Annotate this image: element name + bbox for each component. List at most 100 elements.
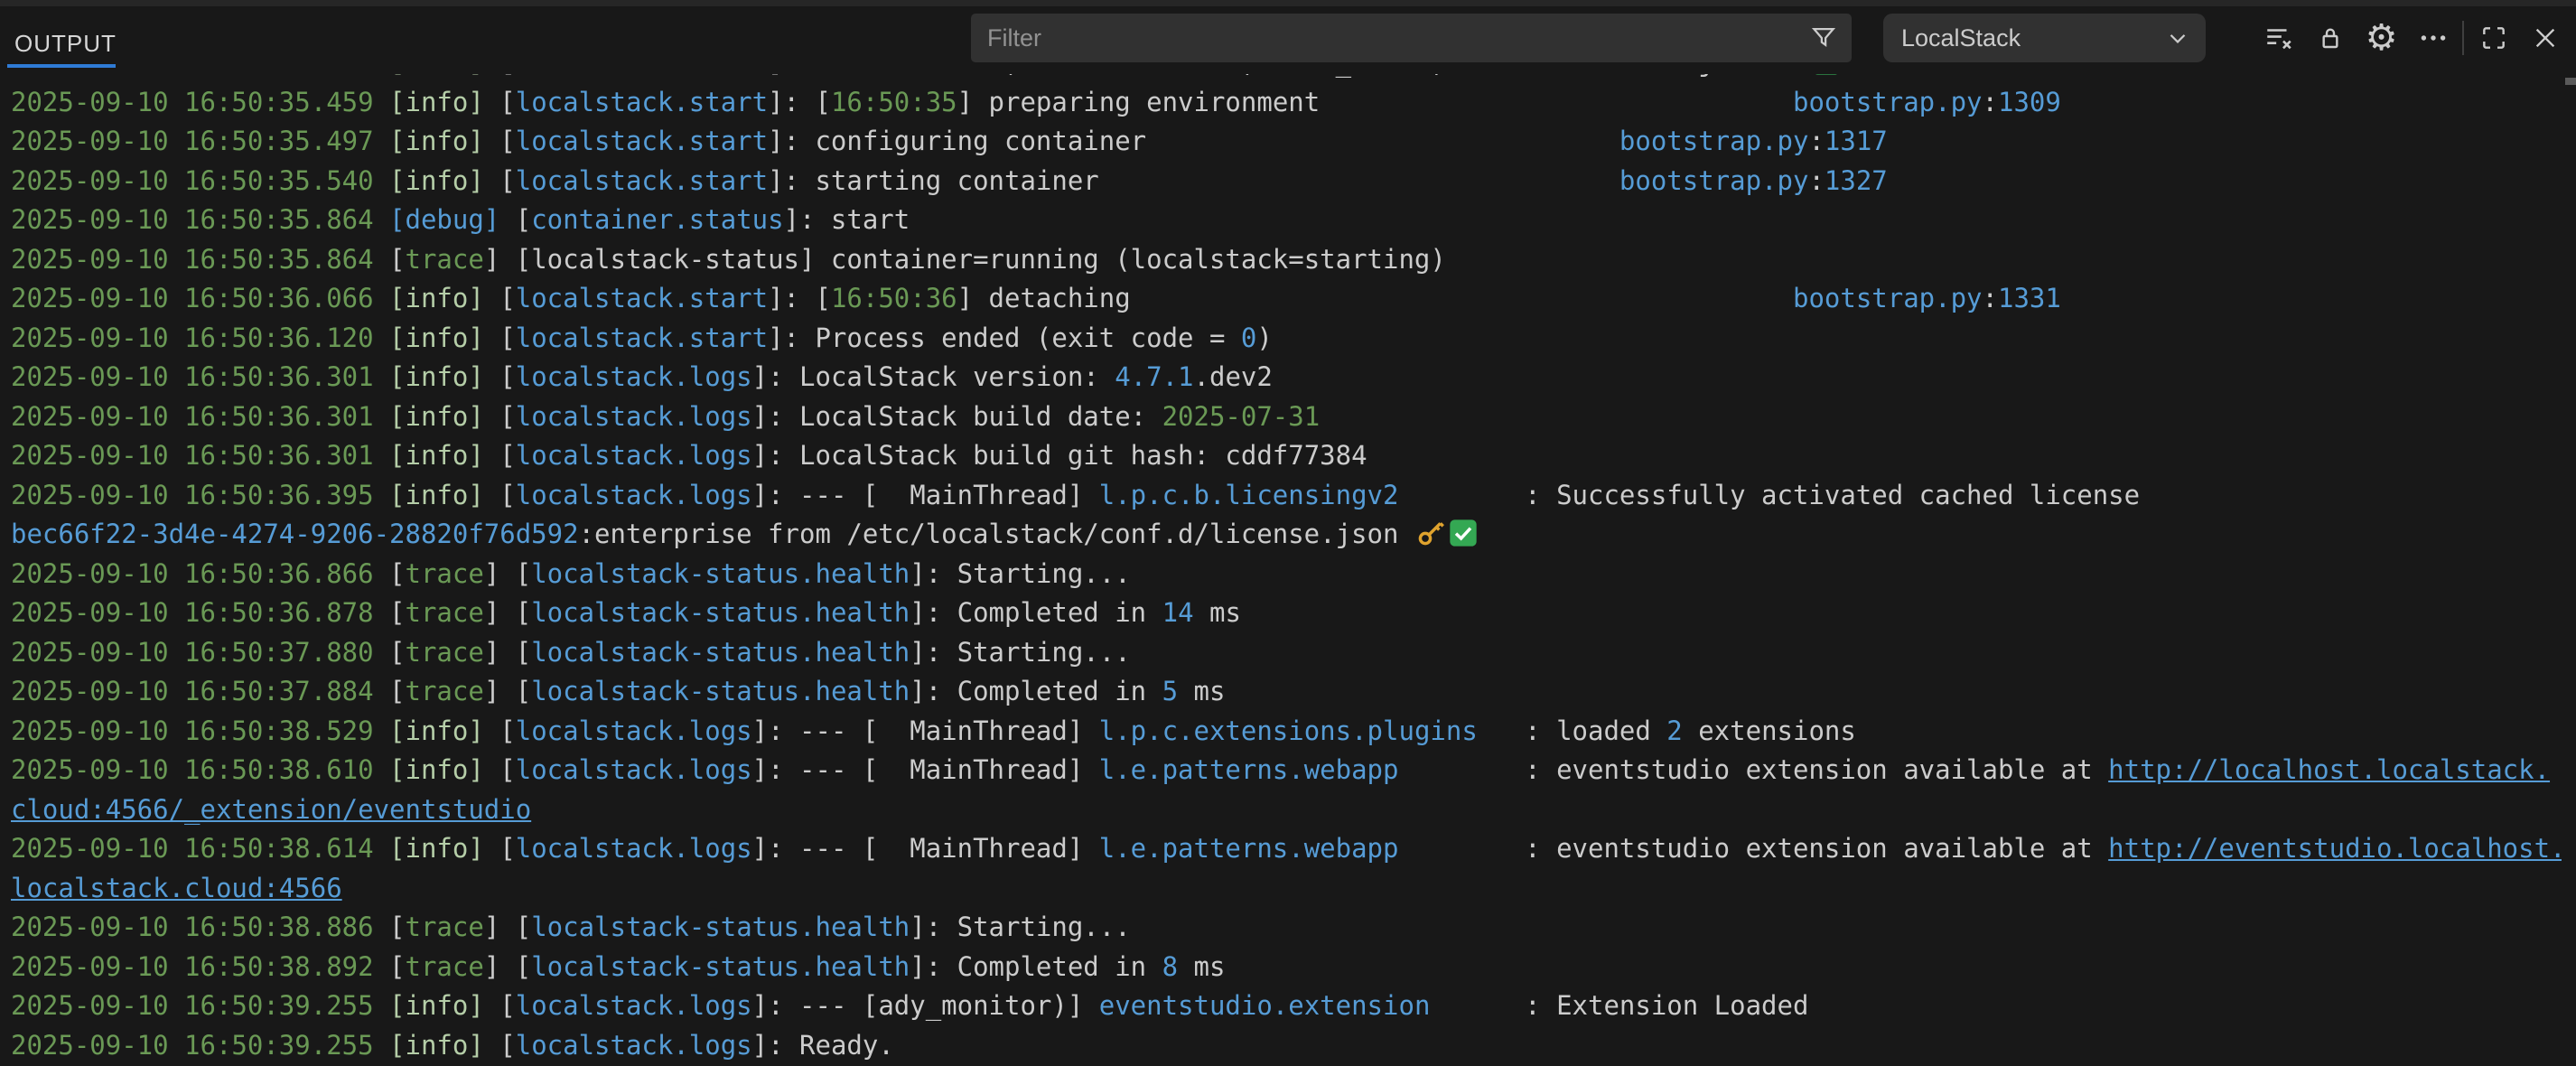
key-emoji — [1779, 74, 1808, 76]
log-text: [info] — [389, 74, 484, 78]
log-text: 2025-09-10 16:50:36.395 — [11, 480, 374, 510]
auto-scroll-lock-button[interactable] — [2304, 14, 2356, 62]
log-text — [374, 361, 389, 392]
log-text — [374, 990, 389, 1021]
log-text: [ — [484, 323, 516, 353]
log-text: ] [ — [484, 912, 531, 942]
log-text: 1331 — [1998, 283, 2061, 313]
log-text — [374, 87, 389, 117]
log-text: 2025-09-10 16:50:35.540 — [11, 165, 374, 196]
log-text — [374, 165, 389, 196]
log-link[interactable]: localstack.cloud:4566 — [11, 873, 342, 903]
log-text: 2025-09-10 16:50:36.301 — [11, 401, 374, 432]
log-text: l.p.c.extensions.plugins — [1099, 715, 1478, 746]
log-text: ]: [ — [768, 283, 831, 313]
log-text: 4.7.1 — [1115, 361, 1193, 392]
log-text: localstack.start — [516, 87, 768, 117]
log-text — [1131, 283, 1793, 313]
log-line: 2025-09-10 16:50:35.413 [info] [localsta… — [11, 74, 2562, 83]
log-text: trace — [406, 597, 484, 628]
log-text: ]: env: DEBUG=1, PERSISTENCE=1, AUTH_TOK… — [768, 74, 1777, 78]
log-text: ]: LocalStack version: — [752, 361, 1115, 392]
log-line: 2025-09-10 16:50:35.459 [info] [localsta… — [11, 83, 2562, 123]
check-emoji — [1449, 519, 1478, 547]
filter-funnel-icon[interactable] — [1808, 23, 1839, 53]
log-text: localstack.logs — [516, 401, 752, 432]
log-line: bec66f22-3d4e-4274-9206-28820f76d592:ent… — [11, 515, 2562, 555]
log-text: ]: Starting... — [910, 912, 1130, 942]
log-text: 2025-09-10 16:50:36.301 — [11, 440, 374, 471]
more-actions-button[interactable] — [2407, 14, 2459, 62]
log-link[interactable]: cloud:4566/_extension/eventstudio — [11, 794, 531, 825]
log-text — [374, 912, 389, 942]
log-text — [374, 204, 389, 235]
log-text: 5 — [1162, 676, 1178, 706]
log-text: 14 — [1162, 597, 1194, 628]
log-text — [1320, 87, 1793, 117]
log-text: 1327 — [1825, 165, 1888, 196]
log-text: [info] — [389, 440, 484, 471]
log-text: ]: LocalStack build git hash: cddf77384 — [752, 440, 1367, 471]
log-link[interactable]: http://localhost.localstack. — [2108, 754, 2550, 785]
log-text — [374, 480, 389, 510]
log-text: [debug] — [389, 204, 499, 235]
active-tab-indicator — [7, 64, 116, 68]
log-line: 2025-09-10 16:50:35.864 [trace] [localst… — [11, 240, 2562, 280]
log-text: : — [1808, 126, 1824, 156]
log-text: [ — [484, 74, 516, 78]
log-text: [ — [484, 283, 516, 313]
log-line: 2025-09-10 16:50:39.255 [info] [localsta… — [11, 1026, 2562, 1066]
log-lines: 2025-09-10 16:50:35.413 [info] [localsta… — [11, 74, 2562, 1065]
log-text — [374, 558, 389, 589]
log-text — [374, 74, 389, 78]
close-icon — [2531, 23, 2560, 52]
log-text: localstack.logs — [516, 754, 752, 785]
log-text: 2025-09-10 16:50:36.878 — [11, 597, 374, 628]
filter-input[interactable] — [971, 24, 1808, 52]
scrollbar-thumb[interactable] — [2565, 78, 2576, 85]
log-text: 2025-09-10 16:50:35.413 — [11, 74, 374, 78]
log-text: [info] — [389, 833, 484, 864]
maximize-panel-button[interactable] — [2468, 14, 2519, 62]
log-text: bootstrap.py — [1793, 87, 1983, 117]
log-text: eventstudio.extension — [1099, 990, 1431, 1021]
log-text: ] [localstack-status] container=running … — [484, 244, 1446, 275]
log-text: [info] — [389, 990, 484, 1021]
log-text: localstack-status.health — [531, 597, 910, 628]
log-text: localstack.logs — [516, 480, 752, 510]
log-line: 2025-09-10 16:50:37.884 [trace] [localst… — [11, 672, 2562, 712]
log-link[interactable]: http://eventstudio.localhost. — [2108, 833, 2562, 864]
log-line: localstack.cloud:4566 — [11, 869, 2562, 909]
log-text: 2025-07-31 — [1162, 401, 1321, 432]
log-text: : — [1983, 87, 1998, 117]
log-text: [ — [484, 480, 516, 510]
log-text: ] [ — [484, 558, 531, 589]
log-text: [ — [484, 87, 516, 117]
log-text: 2025-09-10 16:50:38.886 — [11, 912, 374, 942]
output-channel-select[interactable]: LocalStack — [1883, 14, 2206, 62]
log-text: ]: Process ended (exit code = — [768, 323, 1241, 353]
log-text: ]: Completed in — [910, 676, 1162, 706]
filter-container — [971, 14, 1852, 62]
clear-output-button[interactable] — [2253, 14, 2304, 62]
log-text: [ — [389, 558, 405, 589]
close-panel-button[interactable] — [2519, 14, 2571, 62]
log-text: [ — [484, 401, 516, 432]
log-text: trace — [406, 676, 484, 706]
log-text: [ — [484, 1030, 516, 1061]
log-text: [ — [484, 833, 516, 864]
log-text: localstack.logs — [516, 990, 752, 1021]
panel-top-border — [0, 0, 2576, 6]
settings-button[interactable]: ⚙ — [2356, 14, 2407, 62]
log-text: [ — [389, 244, 405, 275]
maximize-panel-icon — [2479, 23, 2508, 52]
log-text: ] detaching — [957, 283, 1131, 313]
log-text: [ — [484, 715, 516, 746]
log-text: bootstrap.py — [1793, 283, 1983, 313]
log-text — [1146, 126, 1619, 156]
log-text: localstack.logs — [516, 1030, 752, 1061]
log-text: 8 — [1162, 951, 1178, 982]
log-text: ]: Completed in — [910, 597, 1162, 628]
log-text: [info] — [389, 401, 484, 432]
log-text: localstack.logs — [516, 833, 752, 864]
